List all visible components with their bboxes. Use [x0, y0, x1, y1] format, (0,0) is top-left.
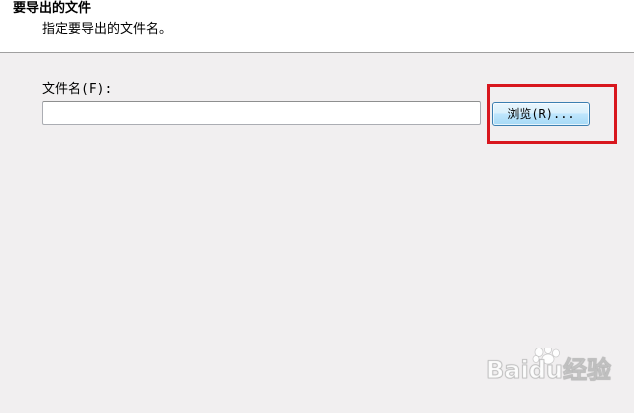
wizard-header: 要导出的文件 指定要导出的文件名。	[0, 0, 634, 53]
page-subtitle: 指定要导出的文件名。	[42, 22, 173, 37]
watermark-logo: Baidu经验	[486, 348, 626, 394]
filename-label: 文件名(F):	[42, 82, 113, 97]
paw-icon: Baidu经验	[486, 348, 611, 384]
browse-button[interactable]: 浏览(R)...	[492, 102, 590, 126]
page-title: 要导出的文件	[13, 1, 92, 16]
watermark-text: Baidu经验	[486, 356, 611, 384]
filename-input[interactable]	[42, 101, 481, 125]
